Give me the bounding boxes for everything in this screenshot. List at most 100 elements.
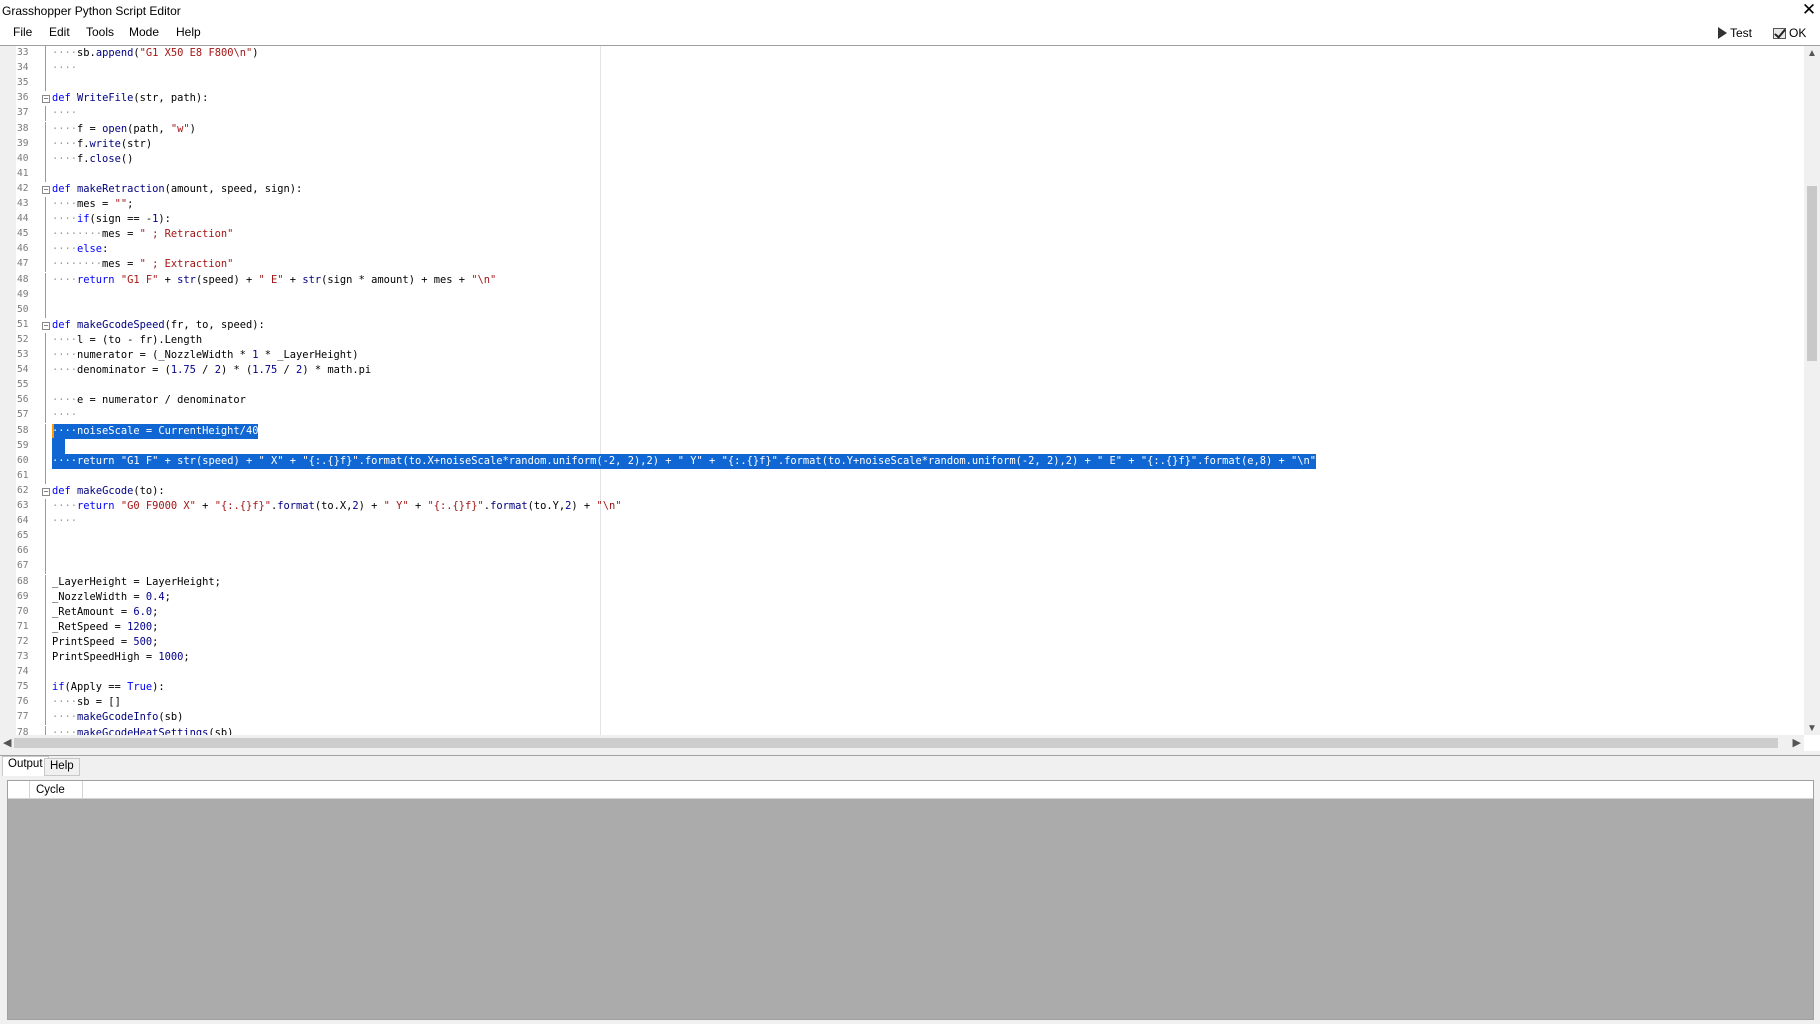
code-line[interactable]: ····return "G1 F" + str(speed) + " E" + … xyxy=(16,272,1796,288)
checkbox-icon xyxy=(1773,27,1786,39)
output-table[interactable]: Cycle xyxy=(7,780,1814,1020)
vertical-scroll-thumb[interactable] xyxy=(1807,186,1817,361)
fold-toggle-icon[interactable]: − xyxy=(42,95,50,104)
code-line-text xyxy=(52,438,65,454)
code-area[interactable]: ····sb.append("G1 X50 E8 F800\n") ···· def… xyxy=(16,46,1804,735)
menu-help[interactable]: Help xyxy=(173,25,204,39)
code-line[interactable] xyxy=(16,529,1796,545)
code-line[interactable]: if(Apply == True): xyxy=(16,680,1796,696)
code-line[interactable]: ····sb.append("G1 X50 E8 F800\n") xyxy=(16,46,1796,62)
scroll-left-icon[interactable]: ◀ xyxy=(3,736,11,749)
code-line[interactable] xyxy=(16,76,1796,92)
code-line[interactable] xyxy=(16,378,1796,394)
code-editor[interactable]: ····sb.append("G1 X50 E8 F800\n") ···· def… xyxy=(0,45,1820,735)
code-line[interactable]: ····noiseScale = CurrentHeight/40 xyxy=(16,423,1796,439)
fold-guide xyxy=(45,619,46,635)
column-header-blank[interactable] xyxy=(8,781,30,799)
code-line[interactable]: ····return "G1 F" + str(speed) + " X" + … xyxy=(16,453,1796,469)
line-number: 36 xyxy=(17,92,29,104)
line-number: 35 xyxy=(17,77,29,89)
line-number: 74 xyxy=(17,666,29,678)
menu-file[interactable]: File xyxy=(10,25,35,39)
code-line-text: ···· xyxy=(52,515,78,528)
fold-toggle-icon[interactable]: − xyxy=(42,321,50,330)
fold-guide xyxy=(45,76,46,92)
line-number: 33 xyxy=(17,47,29,58)
code-line[interactable]: def makeRetraction(amount, speed, sign):… xyxy=(16,182,1796,197)
code-line[interactable]: ···· xyxy=(16,514,1796,530)
horizontal-scroll-thumb[interactable] xyxy=(14,738,1778,748)
horizontal-scrollbar[interactable]: ◀ ▶ xyxy=(0,735,1804,751)
tab-help[interactable]: Help xyxy=(44,758,80,776)
code-line[interactable]: ····return "G0 F9000 X" + "{:.{}f}".form… xyxy=(16,499,1796,515)
code-line[interactable]: ····f.close() xyxy=(16,151,1796,167)
fold-toggle-icon[interactable]: − xyxy=(42,185,50,194)
code-line[interactable]: def WriteFile(str, path): − xyxy=(16,91,1796,106)
fold-guide xyxy=(45,453,46,469)
ok-button[interactable]: OK xyxy=(1773,24,1806,42)
vertical-scrollbar[interactable]: ▲ ▼ xyxy=(1804,46,1820,735)
code-line-text: ····sb.append("G1 X50 E8 F800\n") xyxy=(52,47,259,59)
code-line[interactable] xyxy=(16,544,1796,560)
code-line[interactable]: ····denominator = (1.75 / 2) * (1.75 / 2… xyxy=(16,363,1796,379)
fold-guide xyxy=(45,665,46,681)
code-line[interactable]: def makeGcode(to): − xyxy=(16,484,1796,499)
code-line[interactable]: ····numerator = (_NozzleWidth * 1 * _Lay… xyxy=(16,348,1796,364)
scroll-right-icon[interactable]: ▶ xyxy=(1793,736,1801,749)
code-line[interactable]: PrintSpeed = 500; xyxy=(16,634,1796,650)
code-line[interactable]: ···· xyxy=(16,408,1796,424)
code-line[interactable]: ····makeGcodeInfo(sb) xyxy=(16,710,1796,726)
code-line[interactable] xyxy=(16,559,1796,575)
code-line[interactable]: ····f.write(str) xyxy=(16,136,1796,152)
code-line[interactable]: _LayerHeight = LayerHeight; xyxy=(16,574,1796,590)
code-line[interactable]: ········mes = " ; Retraction" xyxy=(16,227,1796,243)
code-line[interactable]: ···· xyxy=(16,61,1796,77)
code-line[interactable]: ····f = open(path, "w") xyxy=(16,121,1796,137)
code-line[interactable]: def makeGcodeSpeed(fr, to, speed): − xyxy=(16,318,1796,333)
code-line[interactable]: PrintSpeedHigh = 1000; xyxy=(16,650,1796,666)
code-line-text: ····makeGcodeHeatSettings(sb) xyxy=(52,726,234,736)
code-line[interactable]: ········mes = " ; Extraction" xyxy=(16,257,1796,273)
code-line[interactable] xyxy=(16,665,1796,681)
test-button[interactable]: Test xyxy=(1718,24,1752,42)
code-line[interactable]: _NozzleWidth = 0.4; xyxy=(16,589,1796,605)
fold-guide xyxy=(45,212,46,228)
menu-mode[interactable]: Mode xyxy=(126,25,162,39)
line-number: 39 xyxy=(17,137,29,149)
close-icon[interactable]: ✕ xyxy=(1800,0,1818,20)
line-number: 38 xyxy=(17,122,29,134)
code-line[interactable] xyxy=(16,287,1796,303)
code-line[interactable]: ····e = numerator / denominator xyxy=(16,393,1796,409)
line-number: 68 xyxy=(17,575,29,587)
output-table-header: Cycle xyxy=(8,781,1813,799)
code-line[interactable]: ····else: xyxy=(16,242,1796,258)
code-line[interactable]: ····sb = [] xyxy=(16,695,1796,711)
column-header-cycle[interactable]: Cycle xyxy=(30,781,83,799)
code-line[interactable]: ···· xyxy=(16,106,1796,122)
code-line[interactable] xyxy=(16,302,1796,318)
code-line[interactable]: ····mes = ""; xyxy=(16,197,1796,213)
code-line[interactable] xyxy=(16,468,1796,484)
code-line[interactable]: _RetAmount = 6.0; xyxy=(16,604,1796,620)
line-number: 44 xyxy=(17,213,29,225)
menu-edit[interactable]: Edit xyxy=(46,25,73,39)
scroll-up-icon[interactable]: ▲ xyxy=(1807,48,1817,59)
line-number: 50 xyxy=(17,303,29,315)
code-line[interactable]: ····l = (to - fr).Length xyxy=(16,332,1796,348)
line-number: 43 xyxy=(17,198,29,209)
line-number: 58 xyxy=(17,424,29,436)
code-line[interactable] xyxy=(16,166,1796,182)
line-number: 69 xyxy=(17,590,29,602)
fold-guide xyxy=(45,604,46,620)
menu-tools[interactable]: Tools xyxy=(83,25,117,39)
fold-toggle-icon[interactable]: − xyxy=(42,487,50,496)
code-line-text: ···· xyxy=(52,62,78,75)
tab-output[interactable]: Output xyxy=(2,756,49,776)
fold-guide xyxy=(45,695,46,711)
code-line[interactable] xyxy=(16,438,1796,454)
code-line[interactable]: ····if(sign == -1): xyxy=(16,212,1796,228)
fold-guide xyxy=(45,680,46,696)
scroll-down-icon[interactable]: ▼ xyxy=(1807,723,1817,734)
code-line[interactable]: _RetSpeed = 1200; xyxy=(16,619,1796,635)
code-line[interactable]: ····makeGcodeHeatSettings(sb) xyxy=(16,725,1796,736)
